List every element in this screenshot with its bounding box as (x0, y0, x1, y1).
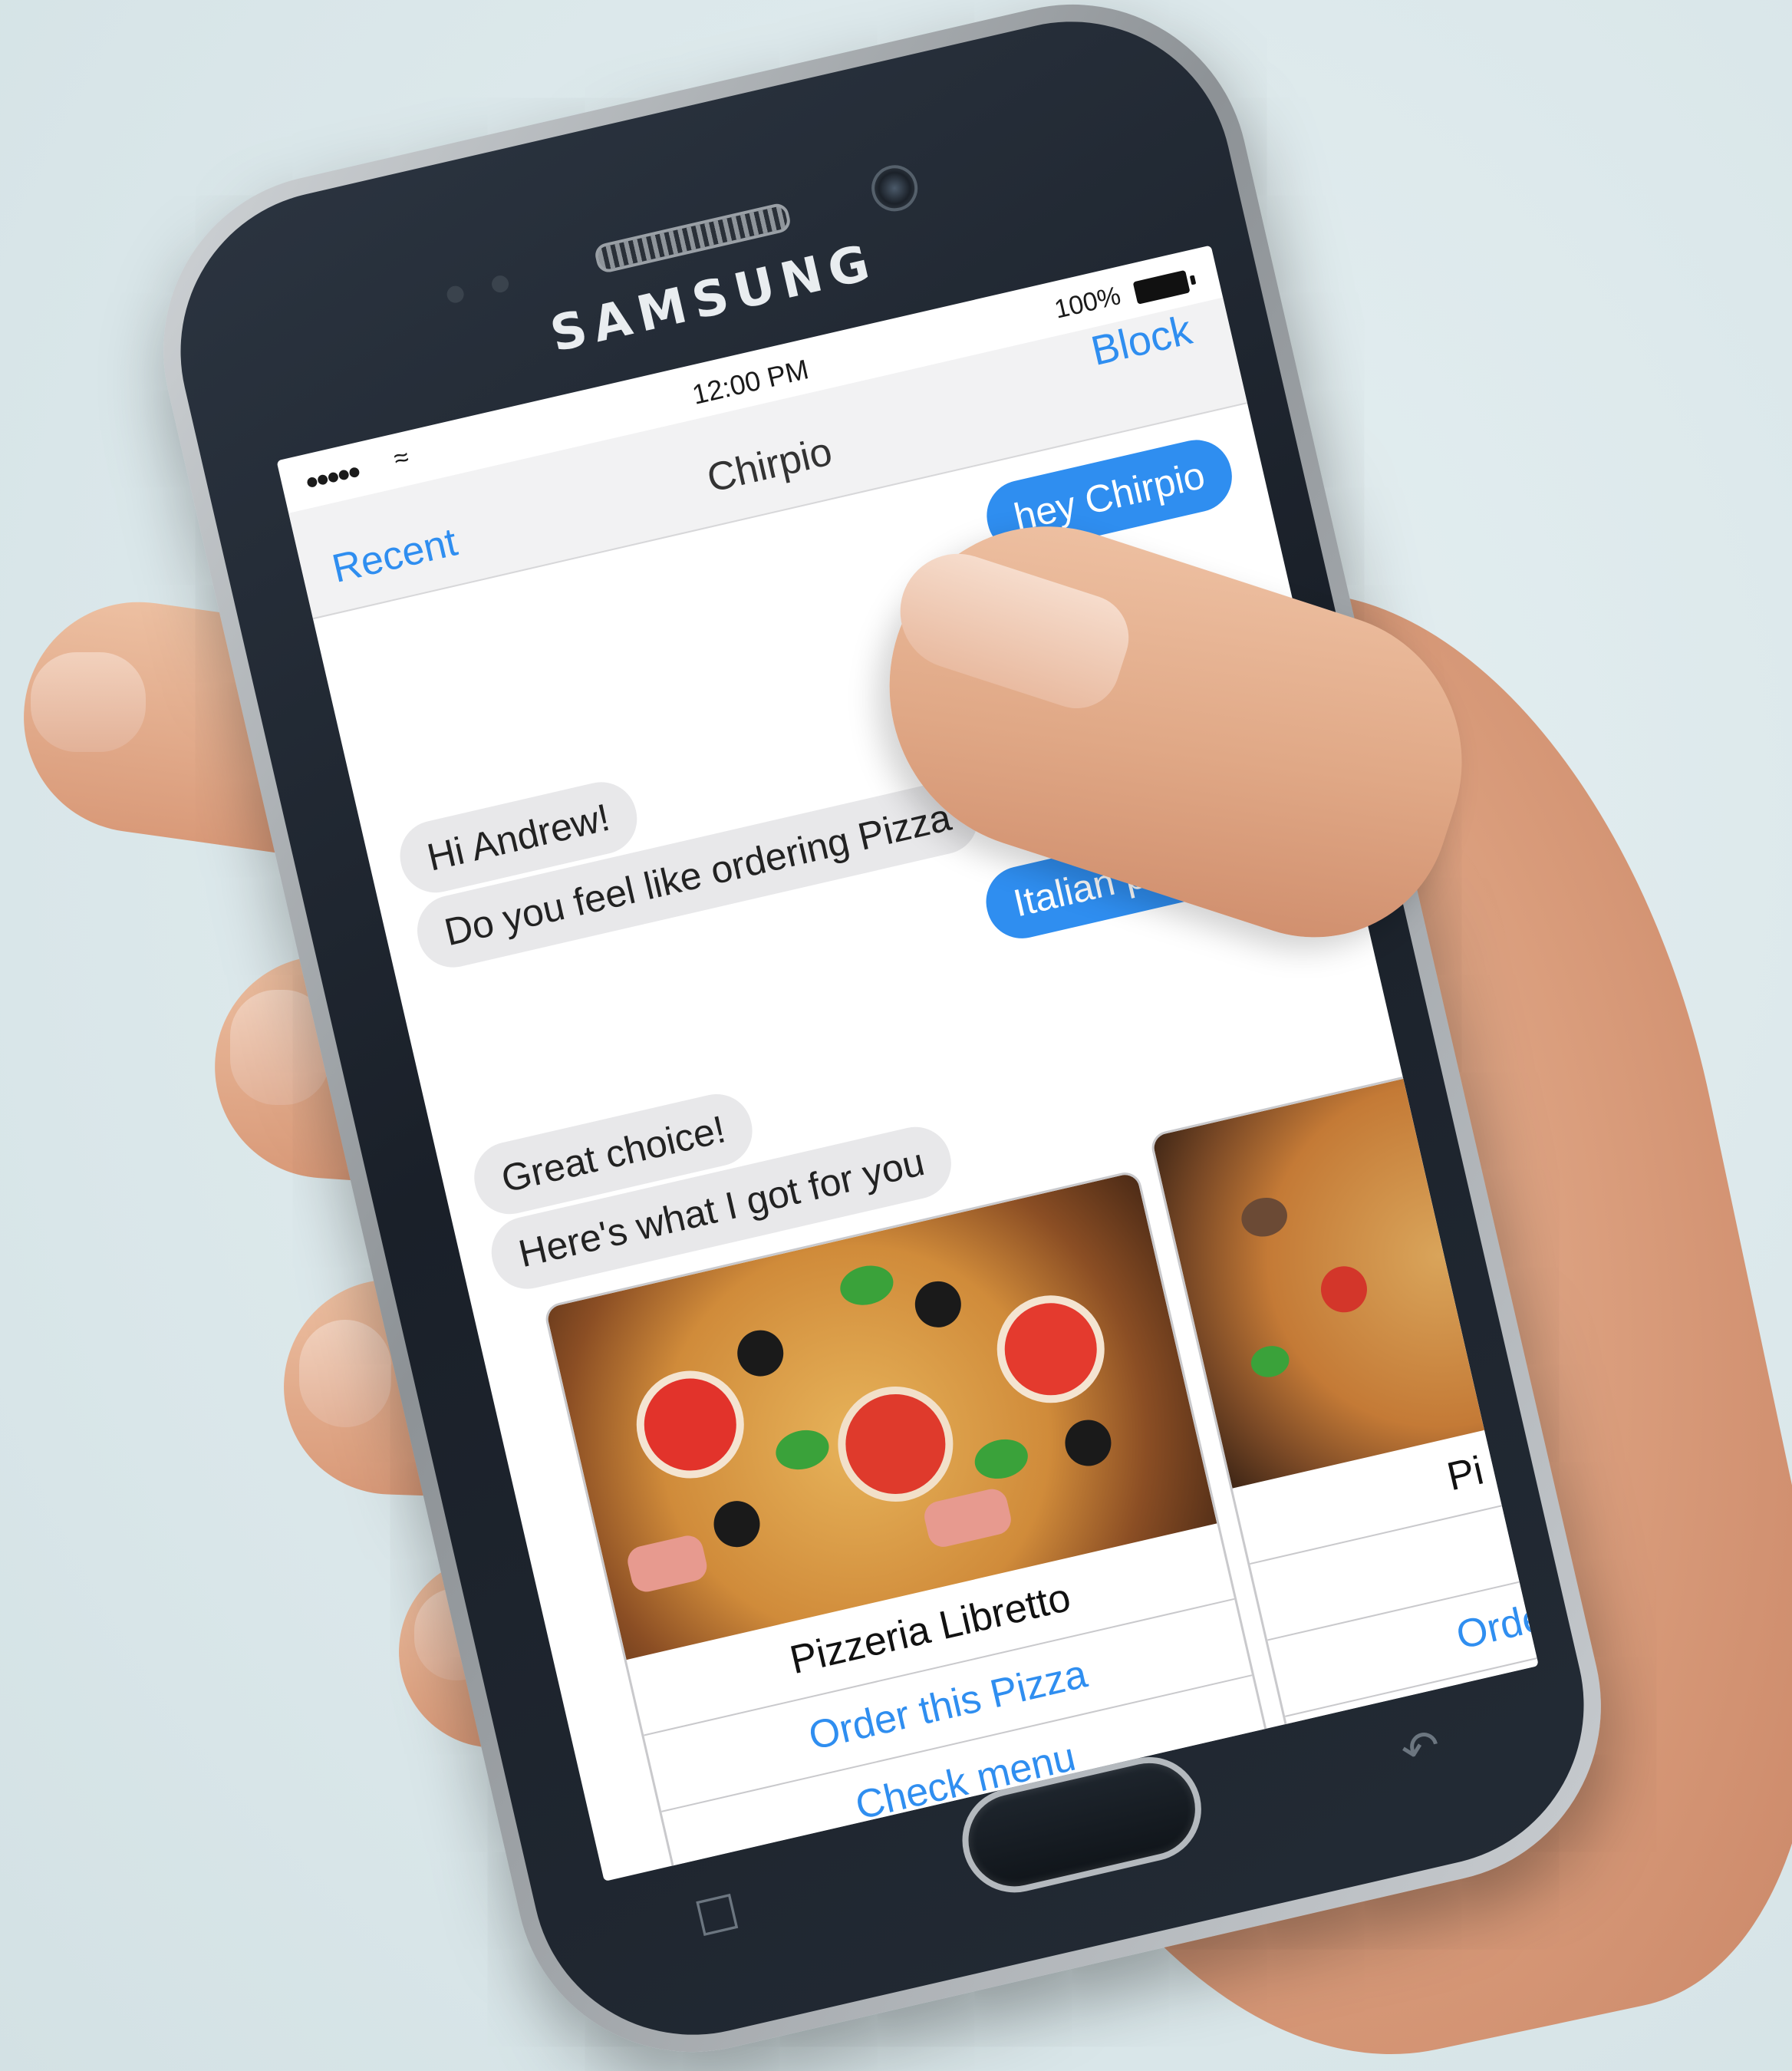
phone: SAMSUNG ●●●●● ≈ 12:00 PM 100% Recent Chi… (128, 0, 1636, 2071)
light-sensor (489, 273, 511, 295)
back-icon[interactable]: ↶ (1396, 1718, 1446, 1779)
pepper-topping (970, 1434, 1033, 1484)
olive-topping (1060, 1415, 1116, 1471)
phone-front: SAMSUNG ●●●●● ≈ 12:00 PM 100% Recent Chi… (148, 0, 1616, 2067)
olive-topping (733, 1325, 789, 1381)
scene: SAMSUNG ●●●●● ≈ 12:00 PM 100% Recent Chi… (0, 0, 1792, 2071)
proximity-sensor (445, 284, 466, 305)
index-fingernail (31, 652, 146, 752)
tomato-topping (625, 1360, 755, 1489)
front-camera (867, 160, 923, 216)
ham-topping (624, 1532, 710, 1595)
pepper-topping (772, 1425, 833, 1475)
ring-fingernail (299, 1320, 391, 1427)
olive-topping (709, 1496, 765, 1552)
tomato-topping (826, 1375, 965, 1513)
mushroom-topping (1237, 1193, 1292, 1242)
ham-topping (921, 1486, 1014, 1550)
recent-apps-icon[interactable]: □ (689, 1881, 743, 1943)
tomato-topping (1316, 1261, 1372, 1317)
pepper-topping (1247, 1342, 1293, 1381)
phone-screen: ●●●●● ≈ 12:00 PM 100% Recent Chirpio Blo… (276, 245, 1539, 1881)
olive-topping (910, 1276, 966, 1332)
pepper-topping (836, 1260, 898, 1311)
tomato-topping (986, 1284, 1115, 1414)
